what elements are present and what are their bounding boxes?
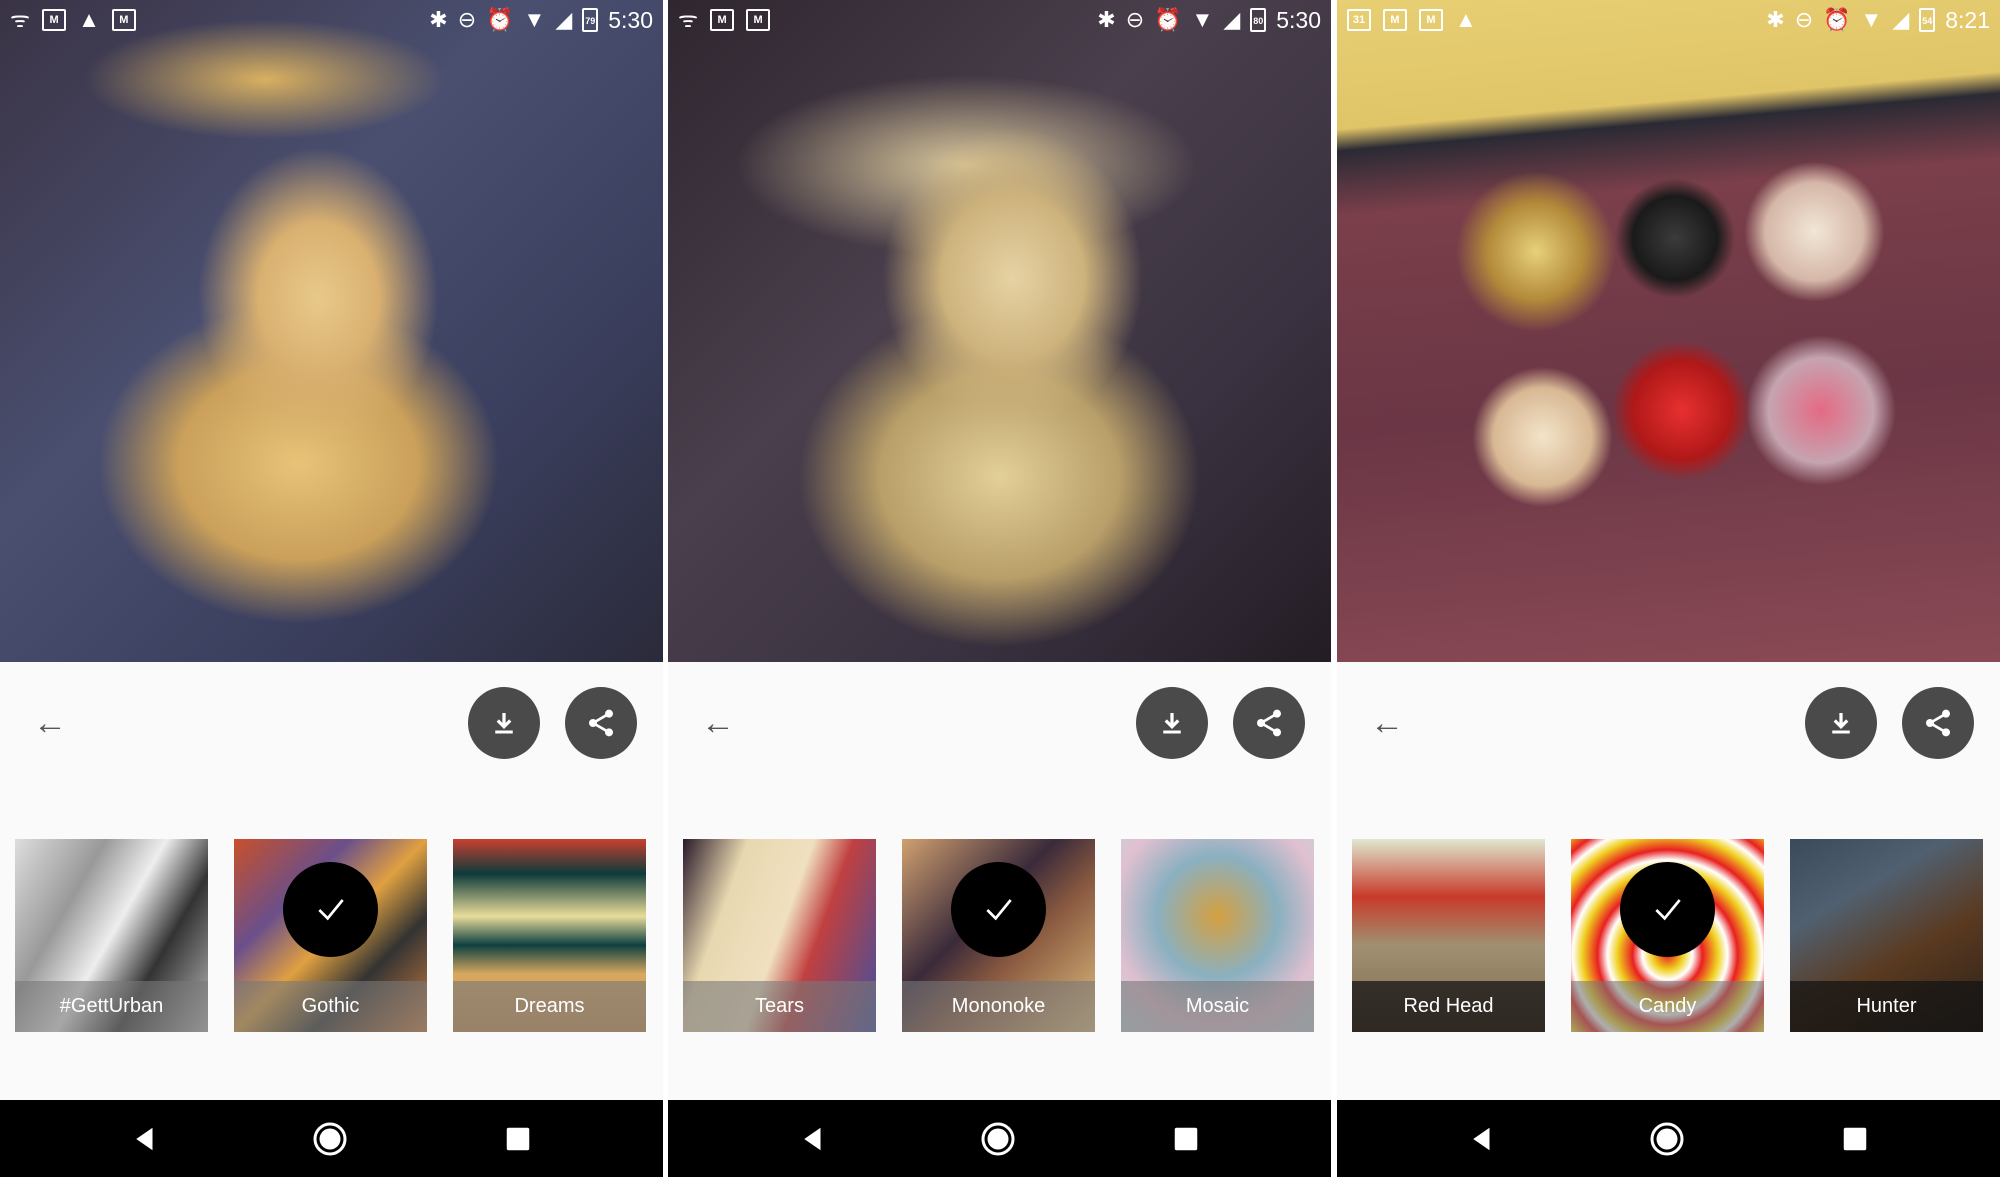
style-label: Red Head: [1352, 981, 1545, 1032]
download-button[interactable]: [1136, 687, 1208, 759]
bluetooth-icon: ✱: [1766, 7, 1785, 32]
selected-check: [283, 862, 378, 957]
phone-screen: ᯤ M ▲ M ✱ ⊖ ⏰ ▼ ◢ 79 5:30 ← #GettUrban Gothic Dr…: [0, 0, 663, 1177]
back-arrow-icon[interactable]: ←: [1367, 703, 1407, 743]
signal-icon: ◢: [1223, 7, 1241, 32]
gmail-icon: M: [746, 9, 771, 31]
gmail-icon: M: [111, 9, 136, 31]
style-thumbnail[interactable]: Gothic: [234, 839, 427, 1032]
gmail-icon: M: [1383, 9, 1407, 31]
nav-back-icon[interactable]: [798, 1124, 828, 1154]
gmail-icon: M: [42, 9, 67, 31]
style-label: Tears: [683, 981, 876, 1032]
gmail-icon: M: [710, 9, 735, 31]
alarm-icon: ⏰: [486, 7, 514, 32]
bluetooth-icon: ✱: [1097, 7, 1116, 32]
phone-screen: ᯤMM ✱ ⊖ ⏰ ▼ ◢ 80 5:30 ← Tears Mononoke Mosaic: [668, 0, 1331, 1177]
nav-home-icon[interactable]: [1649, 1121, 1685, 1157]
phone-screen: 31 M M ▲ ✱ ⊖ ⏰ ▼ ◢ 54 8:21 ← Red Head Candy Hunt…: [1337, 0, 2000, 1177]
signal-icon: ◢: [555, 7, 573, 32]
gmail-icon: M: [1419, 9, 1443, 31]
stylized-photo: [668, 0, 1331, 662]
style-label: #GettUrban: [15, 981, 208, 1032]
share-button[interactable]: [1902, 687, 1974, 759]
status-bar: ᯤ M ▲ M ✱ ⊖ ⏰ ▼ ◢ 79 5:30: [0, 0, 663, 40]
battery-icon: 54: [1919, 8, 1936, 32]
nav-home-icon[interactable]: [312, 1121, 348, 1157]
nav-home-icon[interactable]: [980, 1121, 1016, 1157]
back-arrow-icon[interactable]: ←: [30, 703, 70, 743]
image-icon: ▲: [78, 7, 100, 32]
nav-recents-icon[interactable]: [1840, 1124, 1870, 1154]
signal-icon: ◢: [1892, 7, 1910, 32]
alarm-icon: ⏰: [1154, 7, 1182, 32]
image-icon: ▲: [1455, 7, 1477, 32]
check-icon: [1654, 898, 1681, 920]
style-thumbnail[interactable]: Tears: [683, 839, 876, 1032]
style-thumbnail[interactable]: Candy: [1571, 839, 1764, 1032]
stylized-photo: [1337, 0, 2000, 662]
style-label: Mosaic: [1121, 981, 1314, 1032]
download-icon: [1163, 713, 1181, 734]
battery-icon: 79: [582, 8, 599, 32]
share-icon: [1926, 709, 1950, 737]
status-bar: ᯤMM ✱ ⊖ ⏰ ▼ ◢ 80 5:30: [668, 0, 1331, 40]
download-button[interactable]: [1805, 687, 1877, 759]
status-bar: 31 M M ▲ ✱ ⊖ ⏰ ▼ ◢ 54 8:21: [1337, 0, 2000, 40]
style-label: Dreams: [453, 981, 646, 1032]
share-icon: [589, 709, 613, 737]
stylized-photo: [0, 0, 663, 662]
do-not-disturb-icon: ⊖: [1125, 7, 1145, 32]
status-time: 8:21: [1945, 6, 1990, 33]
battery-icon: 80: [1250, 8, 1267, 32]
style-thumbnail[interactable]: Hunter: [1790, 839, 1983, 1032]
style-label: Mononoke: [902, 981, 1095, 1032]
style-thumbnail[interactable]: Dreams: [453, 839, 646, 1032]
style-thumbnail[interactable]: Mosaic: [1121, 839, 1314, 1032]
status-time: 5:30: [608, 6, 653, 33]
check-icon: [317, 898, 344, 920]
navigation-bar: [668, 1100, 1331, 1177]
alarm-icon: ⏰: [1823, 7, 1851, 32]
selected-check: [1620, 862, 1715, 957]
nav-recents-icon[interactable]: [503, 1124, 533, 1154]
wifi-icon: ▼: [1860, 7, 1883, 32]
download-button[interactable]: [468, 687, 540, 759]
share-icon: [1257, 709, 1281, 737]
check-icon: [985, 898, 1012, 920]
wifi-icon: ▼: [1191, 7, 1214, 32]
status-time: 5:30: [1276, 6, 1321, 33]
navigation-bar: [1337, 1100, 2000, 1177]
calendar-icon: 31: [1347, 9, 1371, 31]
bluetooth-icon: ✱: [429, 7, 448, 32]
style-thumbnail[interactable]: #GettUrban: [15, 839, 208, 1032]
nav-back-icon[interactable]: [1467, 1124, 1497, 1154]
share-button[interactable]: [1233, 687, 1305, 759]
style-thumbnail[interactable]: Red Head: [1352, 839, 1545, 1032]
style-label: Gothic: [234, 981, 427, 1032]
wifi-calling-icon: ᯤ: [678, 7, 699, 32]
style-label: Candy: [1571, 981, 1764, 1032]
download-icon: [1832, 713, 1850, 734]
share-button[interactable]: [565, 687, 637, 759]
style-label: Hunter: [1790, 981, 1983, 1032]
back-arrow-icon[interactable]: ←: [698, 703, 738, 743]
download-icon: [495, 713, 513, 734]
wifi-icon: ▼: [523, 7, 546, 32]
do-not-disturb-icon: ⊖: [457, 7, 477, 32]
do-not-disturb-icon: ⊖: [1794, 7, 1814, 32]
nav-back-icon[interactable]: [130, 1124, 160, 1154]
selected-check: [951, 862, 1046, 957]
style-thumbnail[interactable]: Mononoke: [902, 839, 1095, 1032]
wifi-calling-icon: ᯤ: [10, 7, 31, 32]
nav-recents-icon[interactable]: [1171, 1124, 1201, 1154]
navigation-bar: [0, 1100, 663, 1177]
